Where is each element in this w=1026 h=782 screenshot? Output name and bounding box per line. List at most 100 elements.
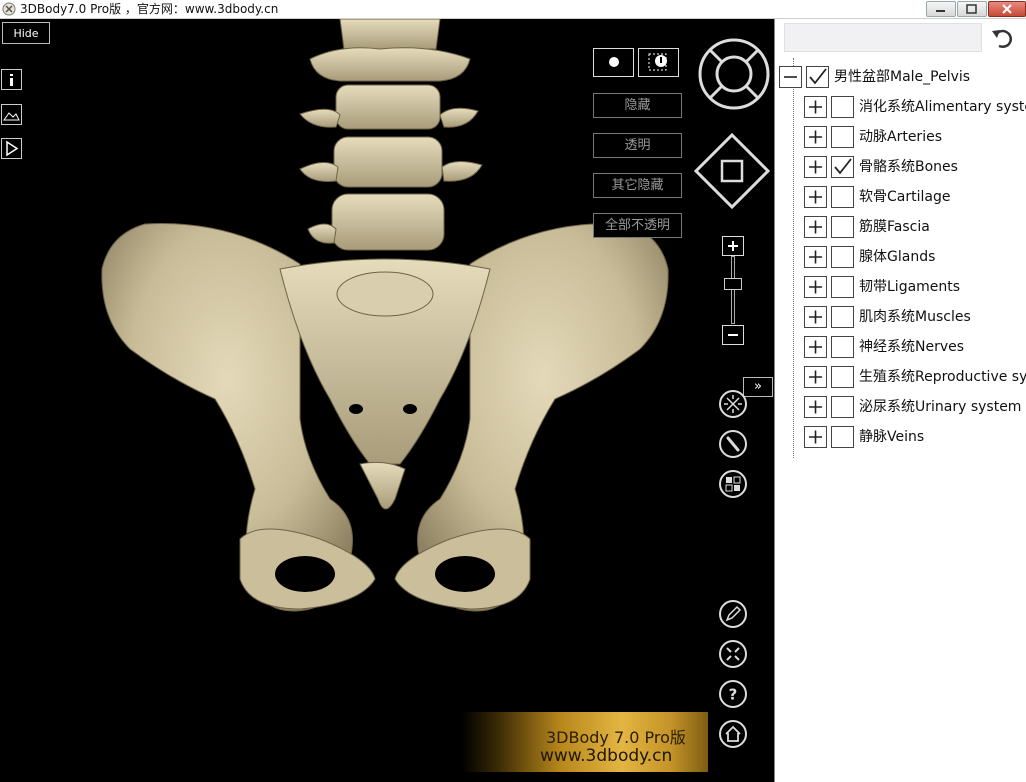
layer-checkbox[interactable] [806, 66, 829, 88]
layer-checkbox[interactable] [831, 186, 854, 208]
tree-item-label: 男性盆部Male_Pelvis [834, 69, 971, 85]
partial-view-button[interactable] [638, 48, 679, 77]
close-icon [1002, 4, 1012, 14]
fit-view-icon[interactable] [719, 640, 747, 668]
layer-checkbox[interactable] [831, 426, 854, 448]
tree-item-5[interactable]: 腺体Glands [804, 242, 1026, 272]
expand-toggle[interactable] [804, 306, 827, 328]
scalpel-icon[interactable] [719, 430, 747, 458]
layer-checkbox[interactable] [831, 396, 854, 418]
maximize-button[interactable] [957, 1, 987, 17]
rotate-ring-icon[interactable] [697, 37, 771, 111]
pan-diamond-icon[interactable] [694, 133, 770, 209]
explode-icon[interactable] [719, 390, 747, 418]
image-button[interactable] [1, 104, 22, 125]
expand-toggle[interactable] [804, 216, 827, 238]
expand-icon [809, 370, 822, 384]
window-titlebar: 3DBody7.0 Pro版 ，官方网：www.3dbody.cn [0, 0, 1026, 19]
zoom-in-button[interactable] [722, 236, 744, 256]
search-input[interactable] [784, 23, 982, 52]
info-button[interactable] [1, 69, 22, 90]
expand-icon [809, 130, 822, 144]
tree-item-10[interactable]: 泌尿系统Urinary system [804, 392, 1026, 422]
hide-part-button[interactable]: 隐藏 [593, 93, 682, 118]
tree-item-0[interactable]: 消化系统Alimentary syste [804, 92, 1026, 122]
expand-icon [809, 430, 822, 444]
solid-view-button[interactable] [593, 48, 634, 77]
minimize-icon [936, 10, 945, 12]
tree-item-label: 静脉Veins [859, 429, 925, 445]
hide-others-button[interactable]: 其它隐藏 [593, 173, 682, 198]
zoom-out-button[interactable] [722, 325, 744, 345]
home-icon[interactable] [719, 720, 747, 748]
tree-item-11[interactable]: 静脉Veins [804, 422, 1026, 452]
watermark-product: 3DBody 7.0 Pro版 [546, 728, 686, 747]
collapse-toggle[interactable] [779, 66, 802, 88]
layer-checkbox[interactable] [831, 336, 854, 358]
tree-item-label: 腺体Glands [859, 249, 936, 265]
layer-checkbox[interactable] [831, 276, 854, 298]
expand-toggle[interactable] [804, 186, 827, 208]
tree-item-label: 泌尿系统Urinary system [859, 399, 1022, 415]
tree-connector [793, 58, 794, 458]
svg-text:?: ? [729, 686, 738, 704]
zoom-slider-thumb[interactable] [724, 278, 742, 290]
close-button[interactable] [988, 1, 1026, 17]
tree-item-9[interactable]: 生殖系统Reproductive sys [804, 362, 1026, 392]
expand-toggle[interactable] [804, 96, 827, 118]
zoom-slider-track[interactable] [731, 256, 735, 324]
tree-item-label: 生殖系统Reproductive sys [859, 369, 1026, 385]
expand-toggle[interactable] [804, 276, 827, 298]
expand-icon [809, 340, 822, 354]
brand-watermark: 3DBody 7.0 Pro版 www.3dbody.cn [462, 712, 708, 772]
expand-icon [809, 280, 822, 294]
all-opaque-button[interactable]: 全部不透明 [593, 213, 682, 238]
tree-root-male-pelvis[interactable]: 男性盆部Male_Pelvis [779, 62, 1026, 92]
expand-icon [809, 310, 822, 324]
expand-toggle[interactable] [804, 336, 827, 358]
layer-checkbox[interactable] [831, 126, 854, 148]
expand-toggle[interactable] [804, 246, 827, 268]
tree-item-2[interactable]: 骨骼系统Bones [804, 152, 1026, 182]
solid-view-icon [609, 57, 619, 67]
tree-item-label: 动脉Arteries [859, 129, 942, 145]
layer-checkbox[interactable] [831, 246, 854, 268]
info-icon [10, 74, 13, 86]
layer-checkbox[interactable] [831, 216, 854, 238]
undo-icon[interactable] [989, 25, 1015, 51]
tree-item-7[interactable]: 肌肉系统Muscles [804, 302, 1026, 332]
layer-checkbox[interactable] [831, 96, 854, 118]
layer-checkbox[interactable] [831, 156, 854, 178]
layout-grid-icon[interactable] [719, 470, 747, 498]
tree-item-4[interactable]: 筋膜Fascia [804, 212, 1026, 242]
expand-toggle[interactable] [804, 426, 827, 448]
play-button[interactable] [1, 138, 22, 159]
pen-icon[interactable] [719, 600, 747, 628]
maximize-icon [966, 4, 977, 14]
partial-view-icon [648, 53, 667, 71]
tree-item-8[interactable]: 神经系统Nerves [804, 332, 1026, 362]
tree-item-label: 神经系统Nerves [859, 339, 965, 355]
tree-item-label: 筋膜Fascia [859, 219, 930, 235]
zoom-out-icon [728, 334, 738, 336]
expand-toggle[interactable] [804, 396, 827, 418]
app-logo-icon [2, 2, 16, 16]
tree-item-1[interactable]: 动脉Arteries [804, 122, 1026, 152]
minimize-button[interactable] [926, 1, 956, 17]
tree-item-3[interactable]: 软骨Cartilage [804, 182, 1026, 212]
hide-button[interactable]: Hide [2, 22, 50, 44]
help-icon[interactable]: ? [719, 680, 747, 708]
transparent-button[interactable]: 透明 [593, 133, 682, 158]
expand-toggle[interactable] [804, 156, 827, 178]
watermark-url: www.3dbody.cn [540, 746, 673, 766]
tree-item-6[interactable]: 韧带Ligaments [804, 272, 1026, 302]
layer-checkbox[interactable] [831, 366, 854, 388]
expand-toggle[interactable] [804, 126, 827, 148]
3d-viewport[interactable]: Hide 隐藏 透明 其它隐藏 全部不透明 » ? 3DBody 7.0 Pro… [0, 19, 774, 782]
checkmark-icon [834, 158, 852, 175]
expand-toggle[interactable] [804, 366, 827, 388]
expand-icon [809, 160, 822, 174]
image-icon [3, 112, 20, 121]
layer-checkbox[interactable] [831, 306, 854, 328]
expand-panel-button[interactable]: » [743, 377, 773, 397]
